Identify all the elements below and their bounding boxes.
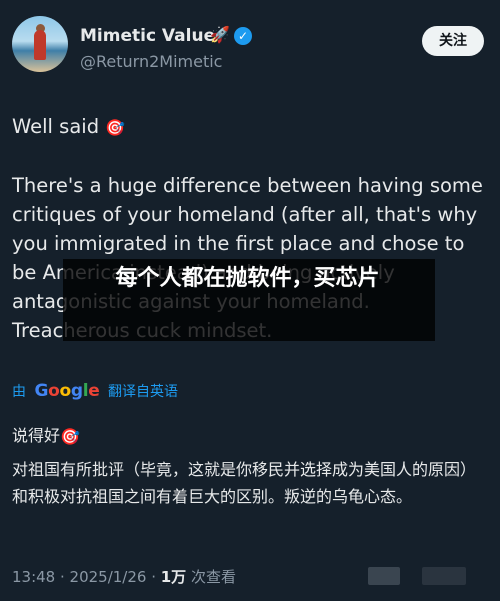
google-letter: o xyxy=(48,381,60,401)
follow-button[interactable]: 关注 xyxy=(422,26,484,56)
tweet-meta: 13:48 · 2025/1/26 · 1万 次查看 xyxy=(12,566,236,587)
timestamp[interactable]: 13:48 · 2025/1/26 · xyxy=(12,568,161,586)
translate-attribution[interactable]: 由 Google 翻译自英语 xyxy=(12,381,178,403)
display-name[interactable]: Mimetic Value xyxy=(80,26,215,46)
dart-icon: 🎯 xyxy=(60,427,80,446)
translate-suffix: 翻译自英语 xyxy=(107,384,178,400)
tweet-header: Mimetic Value 🚀 ✓ @Return2Mimetic 关注 xyxy=(12,16,488,80)
google-letter: G xyxy=(34,381,49,401)
translate-prefix: 由 xyxy=(12,384,26,400)
google-letter: o xyxy=(59,381,72,401)
google-letter: g xyxy=(70,381,83,401)
google-letter: e xyxy=(88,381,100,401)
overlay-text: 每个人都在抛软件，买芯片 xyxy=(115,266,380,291)
translated-line1: 说得好🎯 xyxy=(12,422,488,450)
views-count: 1万 xyxy=(160,568,187,586)
blur-patch xyxy=(422,567,466,585)
avatar-body xyxy=(34,30,46,60)
tweet-line1: Well said 🎯 xyxy=(12,112,490,142)
google-logo-icon: Google xyxy=(34,381,99,401)
verified-badge-icon[interactable]: ✓ xyxy=(234,27,252,45)
views-label: 次查看 xyxy=(186,568,236,586)
dart-icon: 🎯 xyxy=(105,118,126,137)
translated-body: 对祖国有所批评（毕竟，这就是你移民并选择成为美国人的原因）和积极对抗祖国之间有着… xyxy=(12,460,477,506)
translated-text: 说得好🎯 对祖国有所批评（毕竟，这就是你移民并选择成为美国人的原因）和积极对抗祖… xyxy=(12,422,488,510)
rocket-icon: 🚀 xyxy=(210,25,230,44)
avatar[interactable] xyxy=(12,16,68,72)
user-handle[interactable]: @Return2Mimetic xyxy=(80,52,222,71)
blur-patch xyxy=(368,567,400,585)
